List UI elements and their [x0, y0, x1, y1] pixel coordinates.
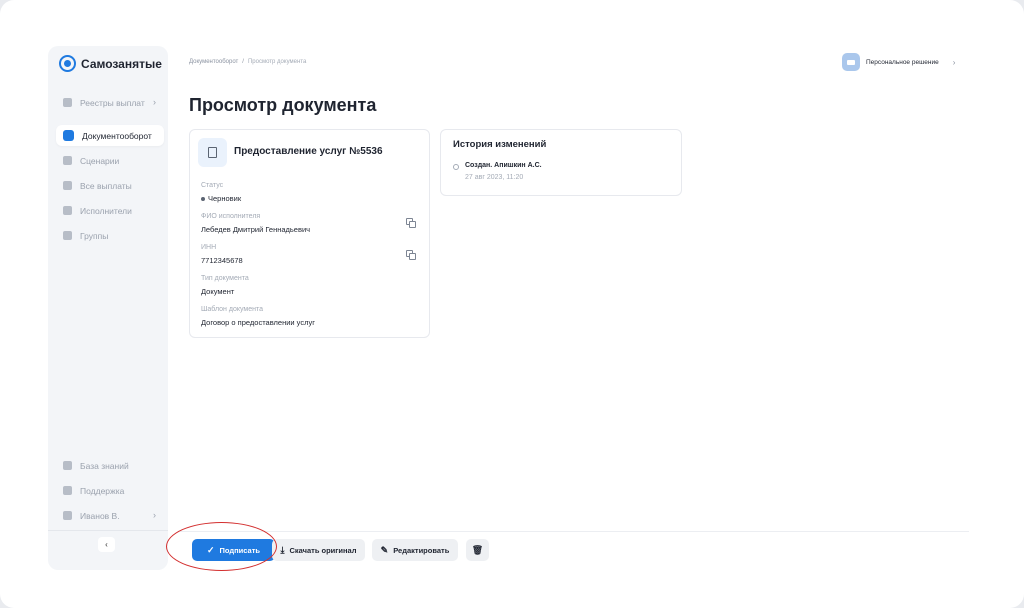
- executor-label: ФИО исполнителя: [201, 213, 261, 220]
- history-entry-text: Создан. Апишкин А.С.: [465, 162, 542, 169]
- briefcase-icon: [842, 53, 860, 71]
- page-title: Просмотр документа: [189, 95, 377, 115]
- brand-logo[interactable]: Самозанятые: [59, 55, 162, 72]
- breadcrumb-link-documents[interactable]: Документооборот: [189, 59, 238, 65]
- registry-icon: [63, 98, 72, 107]
- sidebar-item-support[interactable]: Поддержка: [56, 480, 164, 501]
- chevron-right-icon: ›: [153, 97, 156, 107]
- user-icon: [63, 511, 72, 520]
- sidebar-item-scenarios[interactable]: Сценарии: [56, 150, 164, 171]
- sign-button[interactable]: ✓ Подписать: [192, 539, 275, 561]
- document-icon: [63, 130, 74, 141]
- brand-name: Самозанятые: [81, 56, 162, 71]
- status-text: Черновик: [208, 194, 242, 203]
- download-original-button[interactable]: ⤓ Скачать оригинал: [272, 539, 365, 561]
- doc-type-label: Тип документа: [201, 275, 249, 282]
- sidebar: Самозанятые Реестры выплат › Документооб…: [48, 46, 168, 570]
- sidebar-item-payout-registries[interactable]: Реестры выплат ›: [56, 92, 164, 113]
- download-icon: ⤓: [280, 544, 285, 555]
- executor-value: Лебедев Дмитрий Геннадьевич: [201, 225, 311, 234]
- sign-button-label: Подписать: [219, 545, 261, 555]
- divider: [48, 530, 168, 531]
- history-entry-date: 27 авг 2023, 11:20: [465, 174, 524, 181]
- breadcrumb-separator: /: [242, 59, 244, 65]
- copy-icon[interactable]: [406, 250, 416, 260]
- sidebar-item-label: База знаний: [80, 460, 129, 471]
- account-switcher[interactable]: Персональное решение ›: [842, 53, 955, 71]
- status-value: Черновик: [201, 194, 241, 203]
- sidebar-item-label: Реестры выплат: [80, 97, 145, 108]
- checkmark-icon: ✓: [206, 544, 215, 555]
- delete-button[interactable]: 🗑: [466, 539, 489, 561]
- sidebar-item-label: Все выплаты: [80, 180, 132, 191]
- graduation-cap-icon: [63, 461, 72, 470]
- sidebar-item-label: Сценарии: [80, 155, 120, 166]
- breadcrumb-current: Просмотр документа: [247, 59, 307, 65]
- chevron-right-icon: ›: [153, 510, 156, 520]
- scenario-icon: [63, 156, 72, 165]
- inn-label: ИНН: [201, 244, 217, 251]
- sidebar-item-label: Группы: [80, 230, 109, 241]
- trash-icon: 🗑: [471, 544, 484, 555]
- sidebar-item-label: Исполнители: [80, 205, 132, 216]
- doc-type-value: Документ: [201, 287, 235, 296]
- sidebar-item-user-profile[interactable]: Иванов В. ›: [56, 505, 164, 526]
- chat-icon: [63, 486, 72, 495]
- edit-button-label: Редактировать: [393, 545, 450, 555]
- sidebar-item-label: Документооборот: [82, 130, 152, 141]
- template-label: Шаблон документа: [201, 306, 264, 313]
- breadcrumb: Документооборот / Просмотр документа: [189, 59, 306, 65]
- chevron-right-icon: ›: [952, 57, 956, 67]
- sidebar-item-groups[interactable]: Группы: [56, 225, 164, 246]
- template-value: Договор о предоставлении услуг: [201, 318, 315, 327]
- sidebar-item-documents[interactable]: Документооборот: [56, 125, 164, 146]
- sidebar-item-knowledge-base[interactable]: База знаний: [56, 455, 164, 476]
- status-label: Статус: [201, 182, 224, 189]
- copy-icon[interactable]: [406, 218, 416, 228]
- brand-logo-icon: [59, 55, 76, 72]
- history-title: История изменений: [453, 139, 547, 150]
- sidebar-item-label: Иванов В.: [80, 510, 120, 521]
- folder-icon: [63, 231, 72, 240]
- pencil-icon: ✎: [380, 544, 389, 555]
- app-window: Самозанятые Реестры выплат › Документооб…: [0, 0, 1024, 608]
- divider: [178, 531, 969, 532]
- timeline-dot-icon: [453, 164, 459, 170]
- document-icon: [198, 138, 227, 167]
- users-icon: [63, 206, 72, 215]
- document-title: Предоставление услуг №5536: [234, 146, 383, 157]
- edit-button[interactable]: ✎ Редактировать: [372, 539, 458, 561]
- status-dot-icon: [201, 197, 205, 202]
- account-name: Персональное решение: [866, 58, 939, 66]
- document-details-card: Предоставление услуг №5536 Статус Чернов…: [189, 129, 430, 338]
- collapse-sidebar-button[interactable]: ‹: [98, 537, 115, 552]
- inn-value: 7712345678: [201, 256, 243, 265]
- sidebar-item-all-payouts[interactable]: Все выплаты: [56, 175, 164, 196]
- sidebar-item-label: Поддержка: [80, 485, 125, 496]
- download-button-label: Скачать оригинал: [289, 545, 357, 555]
- payouts-icon: [63, 181, 72, 190]
- history-card: История изменений Создан. Апишкин А.С. 2…: [440, 129, 682, 196]
- sidebar-item-executors[interactable]: Исполнители: [56, 200, 164, 221]
